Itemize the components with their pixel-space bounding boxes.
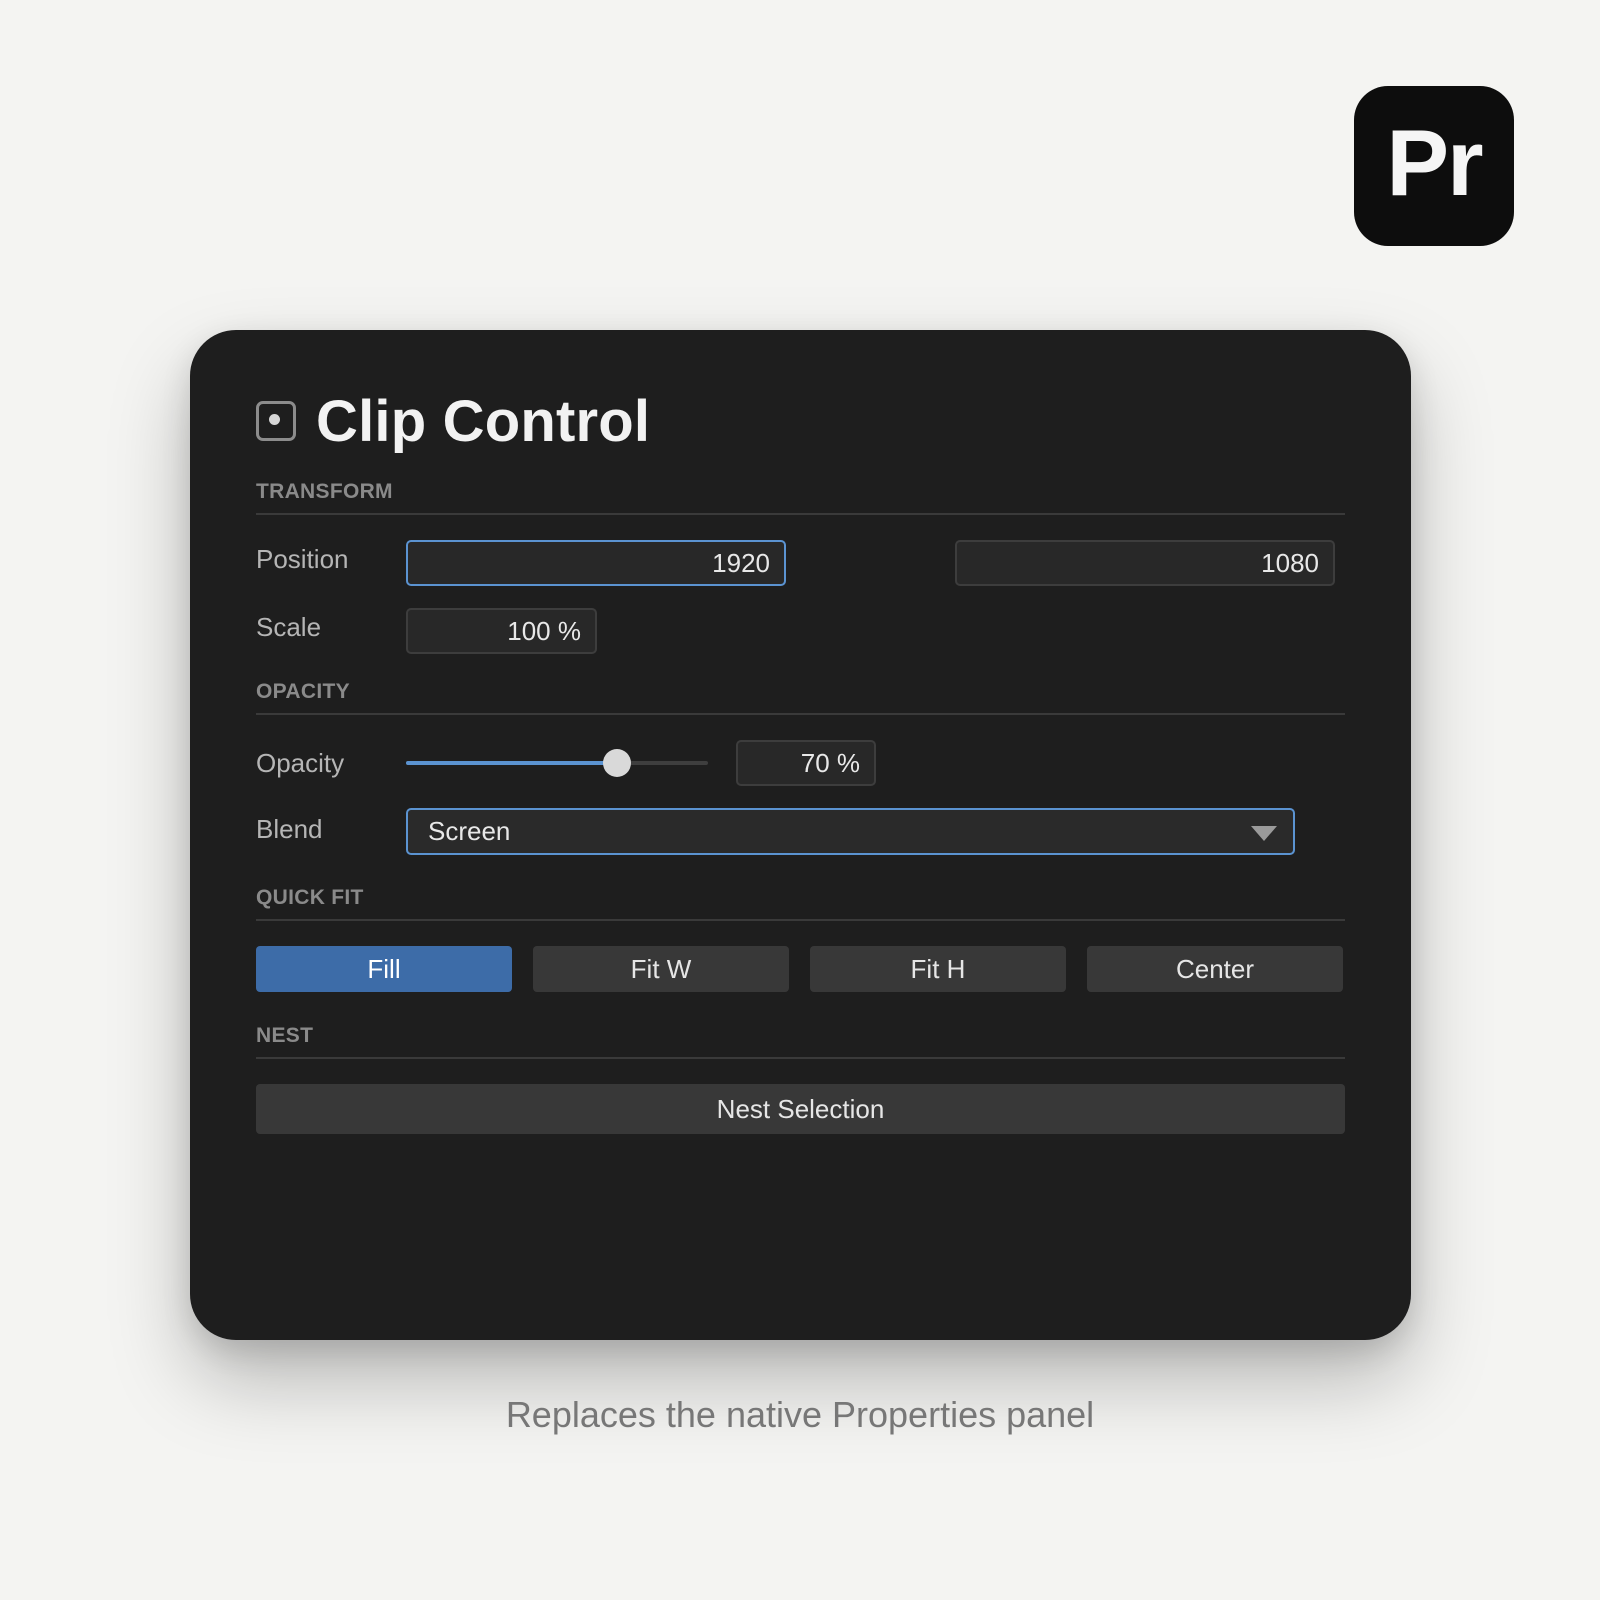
section-header-nest: NEST (256, 1024, 1345, 1059)
clip-frame-icon (256, 401, 296, 441)
blend-mode-selected-value: Screen (428, 816, 511, 846)
panel-title-row: Clip Control (256, 388, 650, 454)
position-x-field[interactable]: 1920 (406, 540, 786, 586)
blend-mode-select[interactable]: Screen (406, 808, 1295, 855)
blend-label: Blend (256, 814, 323, 844)
clip-control-panel: Clip Control TRANSFORM Position 1920 108… (190, 330, 1411, 1340)
center-button[interactable]: Center (1087, 946, 1343, 992)
opacity-slider-thumb[interactable] (603, 749, 632, 777)
section-header-transform: TRANSFORM (256, 480, 1345, 515)
section-header-opacity: OPACITY (256, 680, 1345, 715)
logo-text: Pr (1386, 110, 1483, 215)
opacity-value-field[interactable]: 70 % (736, 740, 876, 786)
opacity-slider[interactable] (406, 748, 708, 778)
scale-field[interactable]: 100 % (406, 608, 597, 654)
fit-width-button[interactable]: Fit W (533, 946, 789, 992)
quick-fit-button-row: Fill Fit W Fit H Center (256, 946, 1345, 992)
scale-label: Scale (256, 612, 322, 642)
premiere-pro-logo: Pr (1354, 86, 1514, 246)
fill-button[interactable]: Fill (256, 946, 512, 992)
opacity-label: Opacity (256, 748, 345, 778)
section-header-quick-fit: QUICK FIT (256, 886, 1345, 921)
opacity-slider-fill (406, 761, 618, 765)
position-y-field[interactable]: 1080 (955, 540, 1335, 586)
panel-title: Clip Control (316, 388, 651, 454)
chevron-down-icon (1251, 826, 1277, 841)
nest-selection-button[interactable]: Nest Selection (256, 1084, 1345, 1134)
caption-text: Replaces the native Properties panel (505, 1394, 1095, 1435)
fit-height-button[interactable]: Fit H (810, 946, 1066, 992)
position-label: Position (256, 544, 349, 574)
